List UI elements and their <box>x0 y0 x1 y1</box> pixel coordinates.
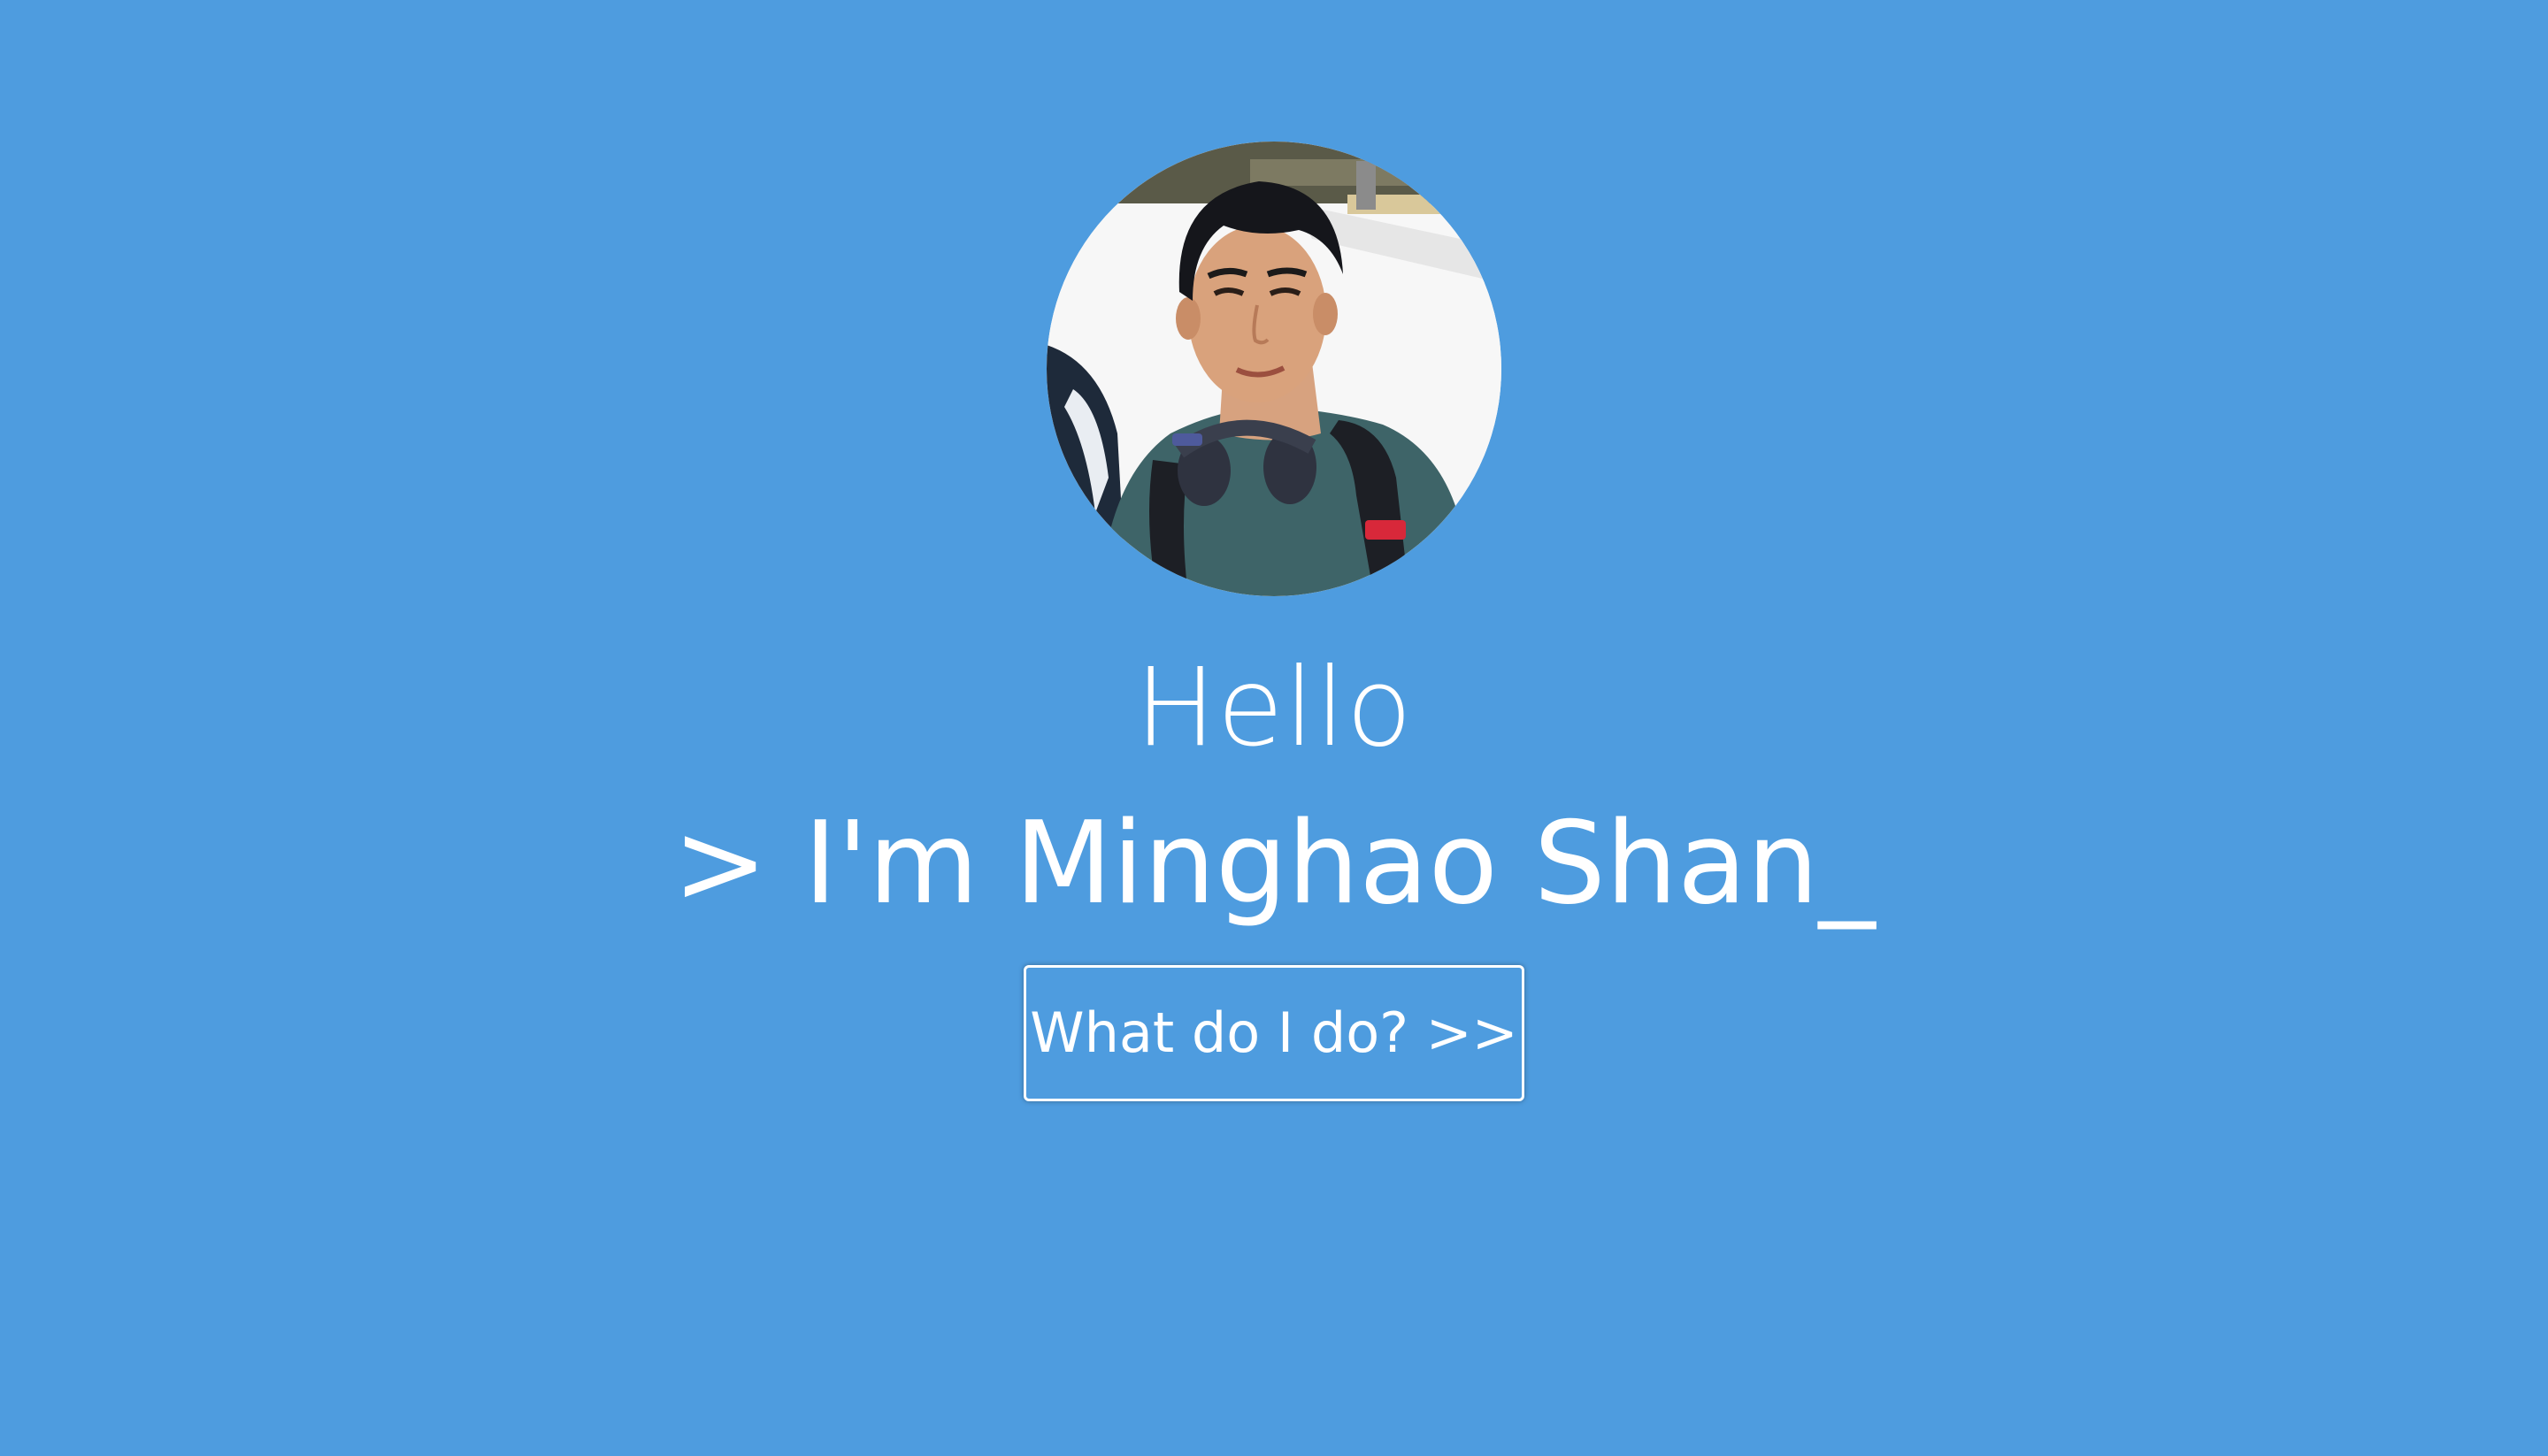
hero-section: Hello > I'm Minghao Shan_ What do I do? … <box>0 0 2548 1456</box>
profile-photo <box>1047 142 1501 596</box>
intro-heading: > I'm Minghao Shan_ <box>672 798 1876 930</box>
greeting-heading: Hello <box>1134 645 1414 770</box>
what-do-i-do-button[interactable]: What do I do? >> <box>1024 965 1524 1101</box>
profile-avatar <box>1047 142 1501 596</box>
